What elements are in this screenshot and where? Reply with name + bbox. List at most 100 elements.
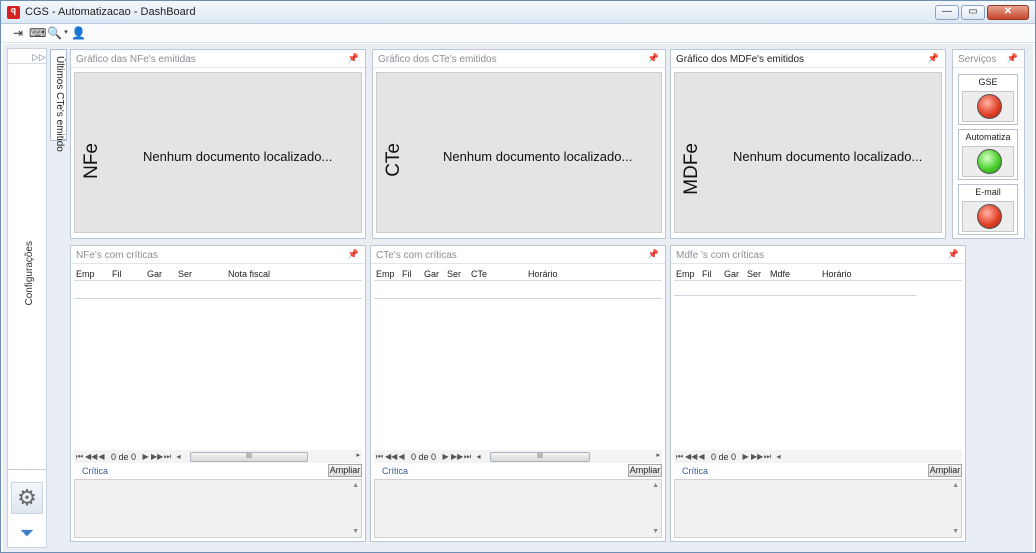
scroll-down-icon[interactable]: ▼ — [952, 528, 959, 535]
critica-label: Crítica — [82, 466, 109, 476]
grid-header: Emp Fil Gar Ser Mdfe Horário — [674, 267, 962, 281]
prev-page-icon[interactable]: ◀ — [96, 452, 107, 461]
next-page-icon[interactable]: ▶ — [440, 452, 451, 461]
keyboard-icon[interactable]: ⌨ — [29, 26, 46, 40]
critica-text-area[interactable]: ▲ ▼ — [374, 479, 662, 538]
column-header[interactable]: Gar — [424, 269, 439, 279]
column-header[interactable]: Fil — [702, 269, 712, 279]
scroll-down-icon[interactable]: ▼ — [352, 528, 359, 535]
service-automatiza[interactable]: Automatiza — [958, 129, 1018, 180]
last-page-icon[interactable]: ⏭ — [762, 452, 773, 462]
exit-icon[interactable]: ⇥ — [11, 26, 25, 40]
ultimos-cte-tab[interactable]: Últimos CTe's emitido — [50, 49, 67, 152]
status-red-icon — [977, 204, 1002, 229]
panel-title: NFe's com críticas — [76, 250, 158, 261]
next-page-icon[interactable]: ▶ — [140, 452, 151, 461]
grid-header: Emp Fil Gar Ser CTe Horário — [374, 267, 662, 281]
scroll-left-icon[interactable]: ◂ — [173, 452, 184, 461]
column-header[interactable]: Emp — [76, 269, 95, 279]
left-sidebar: ▷▷ Configurações ⚙ ⏷ — [7, 48, 47, 548]
pin-icon[interactable]: 📌 — [348, 249, 359, 260]
scroll-up-icon[interactable]: ▲ — [952, 482, 959, 489]
chart-area: NFe Nenhum documento localizado... — [74, 72, 362, 233]
ampliar-button[interactable]: Ampliar — [328, 464, 362, 477]
gear-icon[interactable]: ⚙ — [11, 482, 43, 514]
pin-icon[interactable]: 📌 — [928, 53, 939, 64]
prev-page-fast-icon[interactable]: ◀◀ — [685, 452, 697, 461]
pin-icon[interactable]: 📌 — [948, 249, 959, 260]
column-header[interactable]: Gar — [724, 269, 739, 279]
next-page-fast-icon[interactable]: ▶▶ — [451, 452, 463, 461]
column-header[interactable]: Emp — [676, 269, 695, 279]
empty-message: Nenhum documento localizado... — [733, 149, 923, 164]
close-button[interactable]: ✕ — [987, 5, 1029, 20]
pager-text: 0 de 0 — [111, 451, 137, 462]
grid-pager: ⏮ ◀◀ ◀ 0 de 0 ▶ ▶▶ ⏭ ◂ III ▸ — [74, 450, 362, 463]
configuracoes-tab[interactable]: Configurações — [24, 241, 35, 305]
service-label: Automatiza — [965, 132, 1011, 142]
pager-text: 0 de 0 — [411, 451, 437, 462]
last-page-icon[interactable]: ⏭ — [462, 452, 473, 462]
vertical-scrollbar[interactable]: ▲ ▼ — [649, 480, 661, 537]
pin-icon[interactable]: 📌 — [348, 53, 359, 64]
column-header[interactable]: Ser — [447, 269, 461, 279]
column-header[interactable]: Nota fiscal — [228, 269, 270, 279]
maximize-button[interactable]: ▭ — [961, 5, 985, 20]
next-page-icon[interactable]: ▶ — [740, 452, 751, 461]
grid-pager: ⏮ ◀◀ ◀ 0 de 0 ▶ ▶▶ ⏭ ◂ — [674, 450, 962, 463]
scroll-left-icon[interactable]: ◂ — [473, 452, 484, 461]
first-page-icon[interactable]: ⏮ — [374, 452, 385, 462]
column-header[interactable]: Ser — [747, 269, 761, 279]
column-header[interactable]: Mdfe — [770, 269, 790, 279]
prev-page-icon[interactable]: ◀ — [396, 452, 407, 461]
ampliar-button[interactable]: Ampliar — [628, 464, 662, 477]
vertical-scrollbar[interactable]: ▲ ▼ — [949, 480, 961, 537]
chart-vertical-label: NFe — [81, 143, 102, 179]
prev-page-icon[interactable]: ◀ — [696, 452, 707, 461]
column-header[interactable]: Gar — [147, 269, 162, 279]
panel-title: Mdfe 's com críticas — [676, 250, 765, 261]
prev-page-fast-icon[interactable]: ◀◀ — [85, 452, 97, 461]
prev-page-fast-icon[interactable]: ◀◀ — [385, 452, 397, 461]
column-header[interactable]: Horário — [528, 269, 558, 279]
status-green-icon — [977, 149, 1002, 174]
first-page-icon[interactable]: ⏮ — [674, 452, 685, 462]
critica-text-area[interactable]: ▲ ▼ — [74, 479, 362, 538]
expand-icon[interactable]: ▷▷ — [32, 52, 46, 63]
vertical-scrollbar[interactable]: ▲ ▼ — [349, 480, 361, 537]
column-header[interactable]: Emp — [376, 269, 395, 279]
column-header[interactable]: Fil — [402, 269, 412, 279]
service-email[interactable]: E-mail — [958, 184, 1018, 235]
panel-header: Mdfe 's com críticas 📌 — [671, 246, 965, 264]
last-page-icon[interactable]: ⏭ — [162, 452, 173, 462]
critica-row: Crítica Ampliar — [674, 464, 962, 478]
scroll-down-icon[interactable]: ▼ — [652, 528, 659, 535]
horizontal-scrollbar[interactable]: III — [190, 452, 308, 462]
minimize-button[interactable]: — — [935, 5, 959, 20]
scroll-right-icon[interactable]: ▸ — [656, 451, 660, 459]
critica-text-area[interactable]: ▲ ▼ — [674, 479, 962, 538]
first-page-icon[interactable]: ⏮ — [74, 452, 85, 462]
user-icon[interactable]: 👤 — [71, 26, 86, 40]
ampliar-button[interactable]: Ampliar — [928, 464, 962, 477]
column-header[interactable]: Fil — [112, 269, 122, 279]
scroll-up-icon[interactable]: ▲ — [352, 482, 359, 489]
column-header[interactable]: Ser — [178, 269, 192, 279]
services-panel: Serviços 📌 GSE Automatiza E-mail — [952, 49, 1025, 239]
pin-icon[interactable]: 📌 — [648, 249, 659, 260]
pin-icon[interactable]: 📌 — [648, 53, 659, 64]
column-header[interactable]: CTe — [471, 269, 487, 279]
scroll-right-icon[interactable]: ▸ — [356, 451, 360, 459]
column-header[interactable]: Horário — [822, 269, 852, 279]
panel-header: Gráfico das NFe's emitidas 📌 — [71, 50, 365, 68]
scroll-left-icon[interactable]: ◂ — [773, 452, 784, 461]
horizontal-scrollbar[interactable]: III — [490, 452, 590, 462]
scroll-up-icon[interactable]: ▲ — [652, 482, 659, 489]
pin-icon[interactable]: 📌 — [1007, 53, 1018, 64]
funnel-chart-icon[interactable]: ⏷ — [11, 519, 43, 547]
next-page-fast-icon[interactable]: ▶▶ — [751, 452, 763, 461]
next-page-fast-icon[interactable]: ▶▶ — [151, 452, 163, 461]
service-gse[interactable]: GSE — [958, 74, 1018, 125]
panel-title: Gráfico dos CTe's emitidos — [378, 54, 497, 65]
panel-title: Gráfico das NFe's emitidas — [76, 54, 196, 65]
